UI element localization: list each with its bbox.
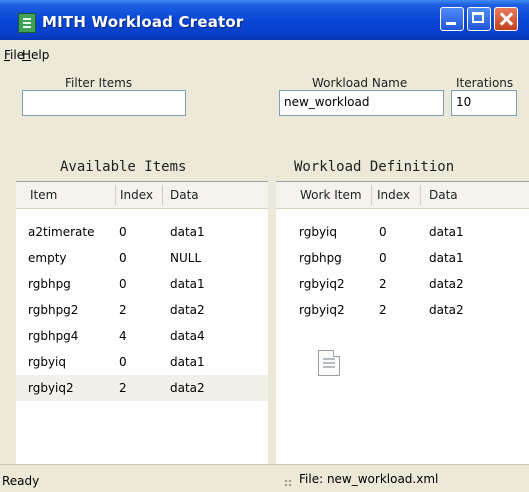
column-divider[interactable] — [115, 185, 116, 205]
col-index[interactable]: Index — [377, 188, 410, 202]
cell-index: 0 — [119, 277, 127, 291]
table-row[interactable]: rgbyiq 0 data1 — [16, 349, 268, 375]
title-bar[interactable]: MITH Workload Creator — [0, 0, 529, 40]
cell-index: 2 — [119, 303, 127, 317]
cell-index: 0 — [119, 355, 127, 369]
cell-index: 0 — [119, 251, 127, 265]
window-title: MITH Workload Creator — [42, 13, 244, 31]
column-divider[interactable] — [162, 185, 163, 205]
cell-data: data1 — [170, 355, 205, 369]
close-button[interactable] — [494, 7, 518, 31]
status-text: Ready — [2, 474, 40, 488]
cell-data: data4 — [170, 329, 205, 343]
table-row[interactable]: empty 0 NULL — [16, 245, 268, 271]
table-row-selected[interactable]: rgbyiq2 2 data2 — [16, 375, 268, 401]
cell-index: 0 — [379, 225, 387, 239]
cell-work-item: rgbyiq2 — [299, 277, 345, 291]
minimize-button[interactable] — [440, 7, 464, 31]
table-row[interactable]: rgbhpg4 4 data4 — [16, 323, 268, 349]
document-icon[interactable] — [318, 350, 340, 376]
table-row[interactable]: rgbhpg2 2 data2 — [16, 297, 268, 323]
maximize-button[interactable] — [467, 7, 491, 31]
menu-bar: File Help — [0, 46, 529, 64]
status-bar: Ready File: new_workload.xml — [0, 464, 529, 492]
status-file: File: new_workload.xml — [299, 472, 439, 486]
cell-index: 4 — [119, 329, 127, 343]
menu-help-rest: elp — [31, 48, 50, 62]
cell-work-item: rgbyiq — [299, 225, 338, 239]
cell-item: rgbhpg — [28, 277, 71, 291]
column-divider[interactable] — [420, 185, 421, 205]
cell-data: data2 — [170, 303, 205, 317]
cell-data: data2 — [170, 381, 205, 395]
workload-name-input[interactable]: new_workload — [279, 90, 444, 116]
cell-data: data2 — [429, 303, 464, 317]
workload-definition-header: Work Item Index Data — [276, 182, 529, 209]
cell-item: rgbhpg4 — [28, 329, 79, 343]
filter-label: Filter Items — [65, 76, 133, 90]
table-row[interactable]: rgbyiq 0 data1 — [276, 219, 529, 245]
cell-data: data1 — [429, 225, 464, 239]
workload-definition-table[interactable]: Work Item Index Data rgbyiq 0 data1 rgbh… — [276, 181, 529, 464]
cell-index: 0 — [119, 225, 127, 239]
app-icon — [18, 13, 36, 33]
cell-data: NULL — [170, 251, 202, 265]
available-items-title: Available Items — [60, 159, 187, 175]
split-pane-divider[interactable] — [268, 181, 276, 463]
cell-index: 2 — [379, 277, 387, 291]
table-row[interactable]: rgbyiq2 2 data2 — [276, 297, 529, 323]
table-row[interactable]: rgbhpg 0 data1 — [16, 271, 268, 297]
cell-work-item: rgbyiq2 — [299, 303, 345, 317]
cell-item: empty — [28, 251, 67, 265]
available-items-header: Item Index Data — [16, 182, 268, 209]
table-row[interactable]: a2timerate 0 data1 — [16, 219, 268, 245]
cell-index: 0 — [379, 251, 387, 265]
cell-item: rgbyiq2 — [28, 381, 74, 395]
resize-grip-icon[interactable] — [284, 479, 292, 487]
iterations-input[interactable]: 10 — [451, 90, 517, 116]
cell-data: data1 — [170, 225, 205, 239]
iterations-label: Iterations — [456, 76, 514, 90]
cell-item: rgbyiq — [28, 355, 67, 369]
menu-help-accel: H — [22, 48, 32, 62]
col-data[interactable]: Data — [170, 188, 199, 202]
cell-data: data1 — [170, 277, 205, 291]
cell-item: rgbhpg2 — [28, 303, 79, 317]
col-item[interactable]: Item — [30, 188, 57, 202]
table-row[interactable]: rgbyiq2 2 data2 — [276, 271, 529, 297]
cell-index: 2 — [119, 381, 127, 395]
workload-definition-title: Workload Definition — [294, 159, 455, 175]
main-window: MITH Workload Creator File Help Filter I… — [0, 0, 529, 492]
cell-index: 2 — [379, 303, 387, 317]
table-row[interactable]: rgbhpg 0 data1 — [276, 245, 529, 271]
col-work-item[interactable]: Work Item — [300, 188, 362, 202]
col-data[interactable]: Data — [429, 188, 458, 202]
cell-data: data1 — [429, 251, 464, 265]
col-index[interactable]: Index — [120, 188, 153, 202]
menu-help[interactable]: Help — [22, 48, 49, 62]
workload-name-label: Workload Name — [312, 76, 408, 90]
filter-input[interactable] — [22, 90, 186, 116]
available-items-table[interactable]: Item Index Data a2timerate 0 data1 empty… — [16, 181, 268, 464]
cell-item: a2timerate — [28, 225, 95, 239]
cell-work-item: rgbhpg — [299, 251, 342, 265]
cell-data: data2 — [429, 277, 464, 291]
column-divider[interactable] — [371, 185, 372, 205]
